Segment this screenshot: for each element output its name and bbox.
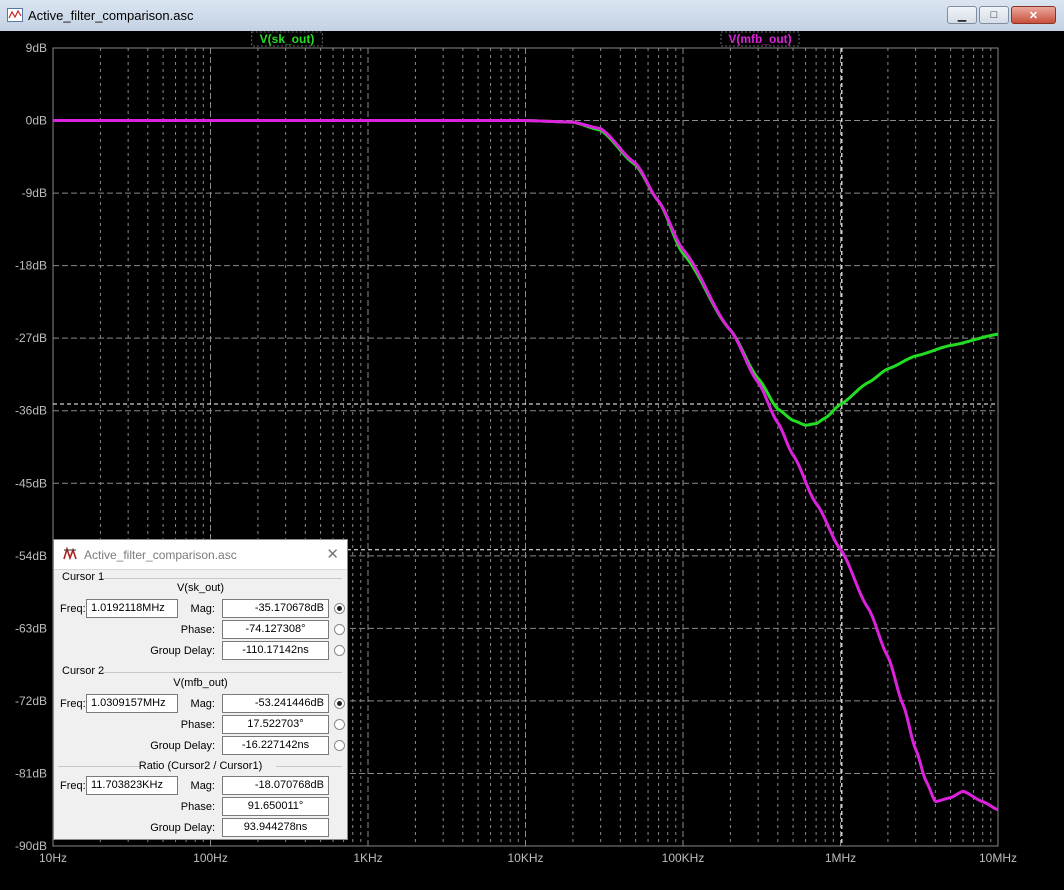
cursor1-phase-radio[interactable] [334,624,345,635]
cursor1-gd-radio[interactable] [334,645,345,656]
cursor2-gd-label: Group Delay: [150,740,215,752]
maximize-button[interactable]: □ [979,6,1009,24]
ratio-divider-right [276,766,342,767]
cursor1-mag-radio[interactable] [334,603,345,614]
cursor1-freq-label: Freq: [60,603,86,615]
cursor1-group-divider [102,578,342,579]
cursor2-trace-name: V(mfb_out) [173,677,228,689]
y-tick-label: -63dB [15,621,47,635]
waveform-app-icon [7,8,23,22]
cursor1-phase-field[interactable]: -74.127308° [222,620,329,639]
cursor1-gd-label: Group Delay: [150,645,215,657]
cursor2-group-divider [102,672,342,673]
y-tick-label: -81dB [15,766,47,780]
cursor1-mag-field[interactable]: -35.170678dB [222,599,329,618]
cursor1-trace-name: V(sk_out) [176,582,225,594]
x-tick-label: 10KHz [507,851,543,865]
legend-label: V(mfb_out) [728,32,791,46]
cursor2-phase-label: Phase: [180,719,215,731]
x-tick-label: 10MHz [979,851,1017,865]
window-titlebar: Active_filter_comparison.asc ▁ □ ✕ [0,0,1064,32]
ratio-phase-field[interactable]: 91.650011° [222,797,329,816]
ratio-mag-label: Mag: [190,780,215,792]
cursor2-phase-radio[interactable] [334,719,345,730]
cursor2-mag-label: Mag: [190,698,215,710]
y-tick-label: -27dB [15,331,47,345]
cursor2-gd-radio[interactable] [334,740,345,751]
y-tick-label: -45dB [15,476,47,490]
x-tick-label: 1KHz [353,851,382,865]
cursor-dialog: Active_filter_comparison.asc ✕ Cursor 1 … [53,539,348,840]
x-tick-label: 100KHz [662,851,705,865]
x-tick-label: 100Hz [193,851,228,865]
window-controls: ▁ □ ✕ [947,6,1056,24]
window-title: Active_filter_comparison.asc [28,8,194,23]
cursor1-phase-label: Phase: [180,624,215,636]
ratio-freq-label: Freq: [60,780,86,792]
cursor1-mag-label: Mag: [190,603,215,615]
cursor2-freq-label: Freq: [60,698,86,710]
ltspice-icon [63,546,77,561]
minimize-button[interactable]: ▁ [947,6,977,24]
cursor2-mag-radio[interactable] [334,698,345,709]
y-tick-label: -9dB [22,186,47,200]
cursor1-freq-field[interactable]: 1.0192118MHz [86,599,178,618]
y-tick-label: -36dB [15,404,47,418]
x-tick-label: 10Hz [39,851,67,865]
y-tick-label: -54dB [15,549,47,563]
legend-label: V(sk_out) [260,32,315,46]
ratio-gd-label: Group Delay: [150,822,215,834]
cursor2-gd-field[interactable]: -16.227142ns [222,736,329,755]
close-button[interactable]: ✕ [1011,6,1056,24]
dialog-titlebar: Active_filter_comparison.asc ✕ [54,540,347,570]
ratio-gd-field[interactable]: 93.944278ns [222,818,329,837]
ratio-mag-field[interactable]: -18.070768dB [222,776,329,795]
cursor2-phase-field[interactable]: 17.522703° [222,715,329,734]
cursor1-gd-field[interactable]: -110.17142ns [222,641,329,660]
ratio-phase-label: Phase: [180,801,215,813]
dialog-close-icon[interactable]: ✕ [326,545,339,563]
cursor2-freq-field[interactable]: 1.0309157MHz [86,694,178,713]
y-tick-label: -18dB [15,259,47,273]
y-tick-label: -72dB [15,694,47,708]
y-tick-label: 0dB [26,114,47,128]
ratio-freq-field[interactable]: 11.703823KHz [86,776,178,795]
y-tick-label: 9dB [26,41,47,55]
cursor2-group-label: Cursor 2 [62,665,105,677]
x-tick-label: 1MHz [825,851,856,865]
cursor2-mag-field[interactable]: -53.241446dB [222,694,329,713]
dialog-title: Active_filter_comparison.asc [84,548,237,562]
